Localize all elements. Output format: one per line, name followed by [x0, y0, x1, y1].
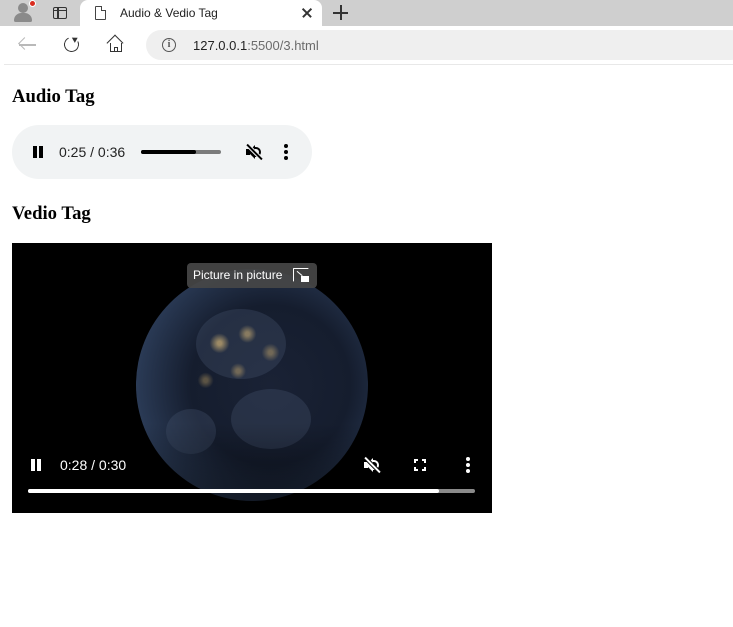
- notification-dot: [29, 0, 36, 7]
- page-icon: [95, 6, 106, 20]
- profile-avatar-icon[interactable]: [8, 0, 38, 26]
- tab-strip: Audio & Vedio Tag: [0, 0, 733, 26]
- pause-icon[interactable]: [32, 146, 44, 158]
- audio-heading: Audio Tag: [12, 86, 95, 107]
- volume-muted-icon[interactable]: [245, 143, 263, 161]
- pip-tooltip[interactable]: Picture in picture: [187, 263, 317, 288]
- pause-icon[interactable]: [30, 459, 42, 471]
- tab-actions-icon: [53, 7, 67, 19]
- video-progress-fill: [28, 489, 440, 493]
- pip-tooltip-label: Picture in picture: [193, 268, 283, 282]
- audio-time: 0:25 / 0:36: [59, 144, 126, 160]
- home-button[interactable]: [104, 33, 128, 57]
- picture-in-picture-icon[interactable]: [293, 268, 309, 282]
- reload-button[interactable]: [60, 33, 84, 57]
- address-url[interactable]: 127.0.0.1:5500/3.html: [193, 38, 319, 53]
- video-heading: Vedio Tag: [12, 203, 91, 224]
- volume-muted-icon[interactable]: [363, 456, 381, 474]
- tab-actions-button[interactable]: [47, 2, 73, 24]
- audio-progress-fill: [141, 150, 197, 154]
- audio-player[interactable]: 0:25 / 0:36: [12, 125, 312, 179]
- video-player[interactable]: Picture in picture 0:28 / 0:30: [12, 243, 492, 513]
- tab-title: Audio & Vedio Tag: [120, 6, 218, 20]
- new-tab-button[interactable]: [330, 2, 352, 24]
- browser-toolbar: i 127.0.0.1:5500/3.html: [0, 26, 733, 64]
- kebab-menu-icon[interactable]: [284, 144, 288, 160]
- video-progress-bar[interactable]: [28, 489, 475, 493]
- info-icon[interactable]: i: [162, 38, 176, 52]
- page-content: Audio Tag 0:25 / 0:36 Vedio Tag Picture …: [4, 64, 733, 627]
- address-bar[interactable]: i 127.0.0.1:5500/3.html: [146, 30, 733, 60]
- kebab-menu-icon[interactable]: [466, 457, 470, 473]
- fullscreen-icon[interactable]: [414, 459, 426, 471]
- back-button[interactable]: [16, 33, 40, 57]
- url-host: 127.0.0.1: [193, 38, 248, 53]
- close-icon[interactable]: [298, 4, 316, 22]
- url-rest: :5500/3.html: [247, 38, 319, 53]
- audio-progress-bar[interactable]: [141, 150, 221, 154]
- video-time: 0:28 / 0:30: [60, 457, 127, 473]
- browser-tab[interactable]: Audio & Vedio Tag: [80, 0, 322, 26]
